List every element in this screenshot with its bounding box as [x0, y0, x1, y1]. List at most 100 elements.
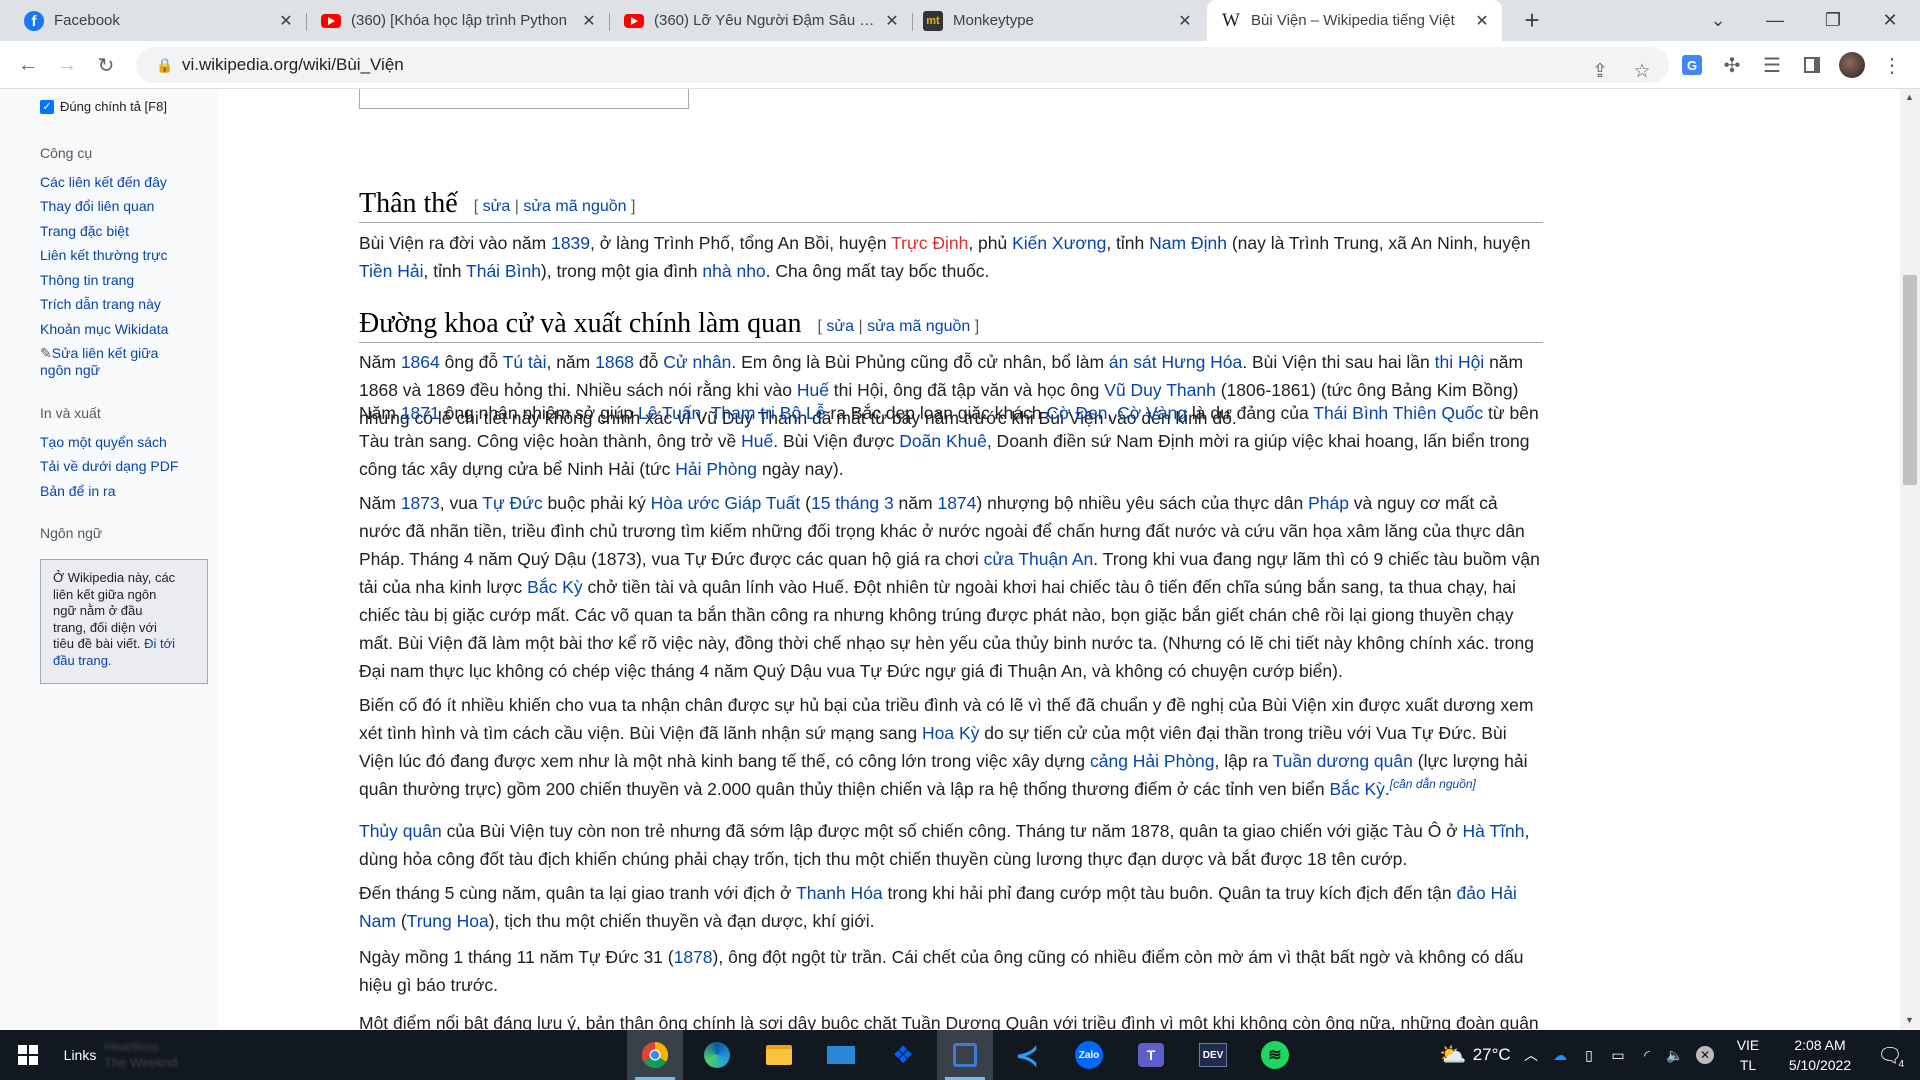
go-to-top-link[interactable]: Đi tới	[144, 636, 175, 651]
input-language[interactable]: VIE TL	[1728, 1030, 1768, 1080]
link[interactable]: Tham tri	[711, 403, 775, 423]
link[interactable]: 1864	[401, 352, 440, 372]
sidebar-link-wikidata[interactable]: Khoản mục Wikidata	[40, 321, 168, 337]
taskbar-file-explorer[interactable]	[751, 1030, 807, 1080]
link[interactable]: 1871	[401, 403, 440, 423]
red-link[interactable]: Trực Định	[891, 233, 968, 253]
volume-tray[interactable]: 🔈	[1662, 1030, 1688, 1080]
edit-source-link[interactable]: sửa mã nguồn	[523, 198, 626, 215]
sidebar-link-printable[interactable]: Bản để in ra	[40, 483, 116, 499]
scroll-up-icon[interactable]: ▲	[1905, 92, 1914, 102]
media-button[interactable]: ☰	[1756, 49, 1788, 81]
link[interactable]: án sát	[1109, 352, 1157, 372]
menu-button[interactable]: ⋮	[1876, 49, 1908, 81]
mic-muted-tray[interactable]: ✕	[1690, 1030, 1720, 1080]
tab-youtube-music[interactable]: (360) Lỡ Yêu Người Đậm Sâu (Lo ✕	[610, 0, 912, 41]
share-button[interactable]: ⇪	[1584, 55, 1616, 87]
taskbar-spotify[interactable]: ≋	[1247, 1030, 1303, 1080]
reload-button[interactable]: ↻	[90, 49, 122, 81]
close-window-button[interactable]: ✕	[1860, 0, 1920, 41]
taskbar-chrome[interactable]	[627, 1030, 683, 1080]
link[interactable]: Thủy quân	[359, 821, 442, 841]
sidebar-link-whatlinkshere[interactable]: Các liên kết đến đây	[40, 174, 167, 190]
forward-button[interactable]: →	[51, 49, 83, 81]
sidebar-link-specialpages[interactable]: Trang đặc biệt	[40, 223, 129, 239]
go-to-top-link-2[interactable]: đầu trang.	[53, 653, 112, 668]
taskbar-dropbox[interactable]: ❖	[875, 1030, 931, 1080]
url-text[interactable]: vi.wikipedia.org/wiki/Bùi_Viện	[182, 55, 404, 75]
sidebar-link-cite[interactable]: Trích dẫn trang này	[40, 296, 161, 312]
sidebar-link-permalink[interactable]: Liên kết thường trực	[40, 247, 168, 263]
sidebar-link-relatedchanges[interactable]: Thay đổi liên quan	[40, 198, 154, 214]
link[interactable]: Trung Hoa	[407, 911, 489, 931]
link[interactable]: Hưng Hóa	[1161, 352, 1242, 372]
start-button[interactable]	[0, 1030, 56, 1080]
link[interactable]: 1868	[595, 352, 634, 372]
tab-youtube-python[interactable]: (360) [Khóa học lập trình Python ✕	[307, 0, 609, 41]
link[interactable]: Hải Phòng	[675, 459, 757, 479]
show-hidden-icons-button[interactable]: ︿	[1518, 1030, 1544, 1080]
link[interactable]: Nam Định	[1149, 233, 1227, 253]
link[interactable]: 1873	[401, 493, 440, 513]
link[interactable]: Tiền Hải	[359, 261, 424, 281]
link[interactable]: Thái Bình Thiên Quốc	[1313, 403, 1483, 423]
taskbar-zalo[interactable]: Zalo	[1061, 1030, 1117, 1080]
close-tab-icon[interactable]: ✕	[272, 11, 300, 31]
link[interactable]: Doãn Khuê	[899, 431, 987, 451]
close-tab-icon[interactable]: ✕	[1171, 11, 1199, 31]
link[interactable]: 1839	[551, 233, 590, 253]
scrollbar-thumb[interactable]	[1903, 275, 1917, 485]
tab-wikipedia-active[interactable]: W Bùi Viện – Wikipedia tiếng Việt ✕	[1207, 0, 1502, 41]
citation-needed-link[interactable]: [cần dẫn nguồn]	[1390, 777, 1476, 791]
tab-monkeytype[interactable]: mt Monkeytype ✕	[913, 0, 1205, 41]
link[interactable]: Hòa ước Giáp Tuất	[651, 493, 801, 513]
weather-widget[interactable]: ⛅ 27°C	[1420, 1030, 1530, 1080]
sidebar-link-book[interactable]: Tạo một quyển sách	[40, 434, 167, 450]
device-tray[interactable]: ▯	[1576, 1030, 1602, 1080]
new-tab-button[interactable]: +	[1502, 0, 1562, 41]
network-tray[interactable]: ◜	[1634, 1030, 1660, 1080]
close-tab-icon[interactable]: ✕	[1468, 11, 1496, 31]
tab-facebook[interactable]: f Facebook ✕	[0, 0, 306, 41]
link[interactable]: Lê Tuấn	[638, 403, 701, 423]
link[interactable]: 15 tháng 3	[811, 493, 894, 513]
spotify-widget[interactable]: Heartless The Weeknd	[104, 1030, 254, 1080]
taskbar-devhome[interactable]: DEV	[1185, 1030, 1241, 1080]
link[interactable]: thi Hội	[1435, 352, 1485, 372]
taskbar-teams[interactable]: T	[1123, 1030, 1179, 1080]
links-toolbar[interactable]: Links	[58, 1030, 102, 1080]
link[interactable]: Hoa Kỳ	[922, 723, 979, 743]
address-bar[interactable]: 🔒 vi.wikipedia.org/wiki/Bùi_Viện ⇪ ☆	[136, 47, 1669, 83]
link[interactable]: 1874	[937, 493, 976, 513]
link[interactable]: cảng Hải Phòng	[1090, 751, 1215, 771]
battery-tray[interactable]: ▭	[1604, 1030, 1632, 1080]
link[interactable]: Tự Đức	[482, 493, 542, 513]
link[interactable]: Kiến Xương	[1012, 233, 1106, 253]
translate-extension[interactable]: G	[1676, 49, 1708, 81]
link[interactable]: Tuần dương quân	[1273, 751, 1413, 771]
notification-center[interactable]: 🗨 4	[1870, 1030, 1910, 1080]
onedrive-tray[interactable]: ☁	[1546, 1030, 1574, 1080]
checkbox-checked[interactable]: ✓	[40, 99, 54, 114]
clock[interactable]: 2:08 AM 5/10/2022	[1770, 1030, 1870, 1080]
link[interactable]: nhà nho	[702, 261, 765, 281]
taskbar-mail[interactable]	[813, 1030, 869, 1080]
link[interactable]: Thanh Hóa	[796, 883, 883, 903]
edit-link[interactable]: sửa	[483, 198, 511, 215]
sidebar-link-pageinfo[interactable]: Thông tin trang	[40, 272, 134, 288]
link[interactable]: cửa Thuận An	[984, 549, 1094, 569]
sidebar-link-edit-interlanguage[interactable]: ✎Sửa liên kết giữa ngôn ngữ	[40, 345, 158, 379]
back-button[interactable]: ←	[12, 49, 44, 81]
close-tab-icon[interactable]: ✕	[878, 11, 906, 31]
vertical-scrollbar[interactable]: ▲ ▼	[1900, 89, 1920, 1030]
taskbar-edge[interactable]	[689, 1030, 745, 1080]
link[interactable]: Huế	[741, 431, 773, 451]
side-panel-button[interactable]	[1796, 49, 1828, 81]
scroll-down-icon[interactable]: ▼	[1905, 1015, 1914, 1025]
close-tab-icon[interactable]: ✕	[575, 11, 603, 31]
link[interactable]: Bắc Kỳ	[527, 577, 582, 597]
link[interactable]: Thái Bình	[466, 261, 541, 281]
tab-search-button[interactable]: ⌄	[1688, 0, 1748, 41]
spellcheck-option[interactable]: ✓ Đúng chính tả [F8]	[40, 99, 167, 114]
minimize-button[interactable]: —	[1745, 0, 1805, 41]
